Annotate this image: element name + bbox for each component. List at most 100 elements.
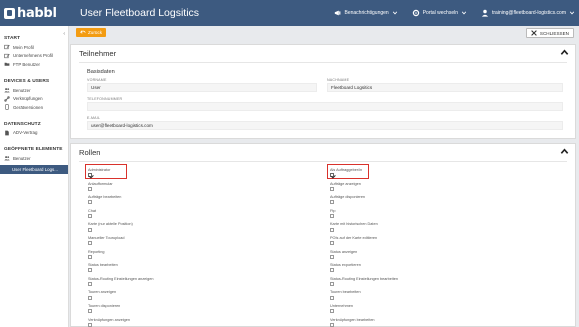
sidebar-collapse-icon[interactable]: ‹ [63, 31, 65, 37]
users-icon [4, 156, 10, 161]
role-label-touren-disponieren: Touren disponieren [88, 304, 121, 308]
role-checkbox-als-auftraggeber-in[interactable] [330, 173, 334, 178]
role-label-verkn-pfungen-bearbeiten: Verknüpfungen bearbeiten [330, 317, 375, 322]
role-checkbox-auftr-ge-anzeigen[interactable] [330, 186, 334, 191]
participant-panel-title: Teilnehmer [79, 49, 117, 58]
role-label-auftr-ge-anzeigen: Aufträge anzeigen [330, 181, 361, 186]
role-checkbox-unternehmen[interactable] [330, 309, 334, 314]
chevron-up-icon[interactable] [560, 48, 569, 57]
chevron-down-icon [461, 11, 467, 15]
user-email: training@fleetboard-logistics.com [492, 10, 566, 16]
role-label-karte-mit-historischen-daten: Karte mit historischen Daten [330, 222, 378, 227]
phone-label: TELEFONNUMMER [87, 97, 123, 101]
portal-switch-label: Portal wechseln [422, 10, 458, 16]
portal-switch-menu[interactable]: Portal wechseln [412, 9, 467, 17]
role-label-karte-nur-aktelle-position: Karte (nur aktelle Position) [88, 222, 133, 227]
sidebar-item-label: FTP Benutzer [13, 61, 41, 67]
sidebar-item-adv-vertrag[interactable]: ADV-Vertrag [0, 129, 68, 138]
role-checkbox-touren-anzeigen[interactable] [88, 295, 92, 300]
close-button[interactable]: SCHLIESSEN [525, 28, 574, 38]
firstname-label: VORNAME [87, 78, 107, 82]
sidebar-item-mein-profil[interactable]: Mein Profil [0, 43, 68, 52]
role-label-status-exportieren: Status exportieren [330, 263, 361, 268]
gear-icon [412, 9, 419, 17]
participant-panel: Teilnehmer Basisdaten VORNAME User NACHN… [70, 44, 576, 139]
sidebar-item-label: Unternehmens Profil [13, 53, 54, 59]
logo-mark-icon [4, 7, 15, 19]
chevron-down-icon [392, 11, 397, 15]
sidebar-item-label: Benutzer [13, 87, 31, 93]
roles-panel: Rollen Administrator Anlaufformular Aufträ… [70, 143, 576, 327]
sidebar-heading-datenschutz: DATENSCHUTZ [4, 121, 41, 127]
sidebar-item-ftp-benutzer[interactable]: FTP Benutzer [0, 60, 68, 69]
close-icon [531, 30, 537, 36]
role-checkbox-status-exportieren[interactable] [330, 268, 334, 273]
email-field[interactable]: user@fleetboard-logistics.com [87, 121, 563, 130]
role-checkbox-verkn-pfungen-anzeigen[interactable] [88, 322, 92, 327]
role-checkbox-verkn-pfungen-bearbeiten[interactable] [330, 322, 334, 327]
sidebar-item-label: Gerätversionen [13, 104, 44, 110]
role-checkbox-touren-bearbeiten[interactable] [330, 295, 334, 300]
phone-field[interactable] [87, 102, 563, 111]
role-label-administrator: Administrator [88, 168, 111, 172]
role-checkbox-auftr-ge-disponieren[interactable] [330, 200, 334, 205]
firstname-field[interactable]: User [87, 83, 317, 92]
action-bar: Zurück SCHLIESSEN [70, 27, 579, 39]
role-checkbox-anlaufformular[interactable] [88, 186, 92, 191]
role-label-chat: Chat [88, 208, 97, 213]
role-label-pois-auf-der-karte-editieren: POIs auf der Karte editieren [330, 236, 378, 240]
sidebar-item-label: ADV-Vertrag [13, 130, 38, 136]
role-checkbox-karte-mit-historischen-daten[interactable] [330, 227, 334, 232]
lastname-label: NACHNAME [327, 78, 350, 82]
basisdaten-heading: Basisdaten [87, 69, 115, 75]
sidebar-item-benutzer[interactable]: Benutzer [0, 86, 68, 95]
notifications-label: Benachrichtigungen [344, 10, 389, 16]
role-checkbox-karte-nur-aktelle-position[interactable] [88, 227, 92, 232]
chevron-down-icon [569, 11, 575, 15]
sidebar-item-benutzer-open[interactable]: Benutzer [0, 154, 68, 163]
sidebar-heading-start: START [4, 36, 21, 41]
role-label-status-anzeigen: Status anzeigen [330, 249, 358, 254]
device-icon [5, 104, 9, 110]
role-label-status-routing-einstellungen-bearbeiten: Status-Routing Einstellungen bearbeiten [330, 276, 398, 281]
sidebar-item-active-user[interactable]: User Fleetboard Logs... [0, 164, 68, 174]
chevron-up-icon[interactable] [560, 147, 569, 156]
role-checkbox-administrator[interactable] [88, 173, 92, 178]
brand-logo[interactable]: habbl [0, 0, 70, 26]
sidebar-item-geraetversionen[interactable]: Gerätversionen [0, 103, 68, 112]
role-label-auftr-ge-disponieren: Aufträge disponieren [330, 195, 366, 200]
sidebar-heading-devices-users: DEVICES & USERS [4, 78, 50, 84]
role-label-reporting: Reporting [88, 249, 105, 254]
email-label: E-MAIL [87, 116, 101, 120]
page-title: User Fleetboard Logsitics [80, 7, 200, 19]
role-label-manueller-tourupload: Manueller Tourupload [88, 236, 125, 240]
role-checkbox-status-anzeigen[interactable] [330, 254, 334, 259]
role-checkbox-reporting[interactable] [88, 254, 92, 259]
notifications-menu[interactable]: Benachrichtigungen [334, 9, 398, 17]
role-checkbox-auftr-ge-bearbeiten[interactable] [88, 200, 92, 205]
role-checkbox-status-routing-einstellungen-anzeigen[interactable] [88, 282, 92, 286]
close-button-label: SCHLIESSEN [539, 30, 569, 36]
top-actions: Benachrichtigungen Portal wechseln train… [334, 9, 579, 17]
role-checkbox-ftp[interactable] [330, 214, 334, 218]
edit-icon [4, 53, 10, 58]
folder-icon [4, 63, 10, 67]
brand-name: habbl [17, 5, 57, 21]
sidebar-item-verknuepfungen[interactable]: Verknüpfungen [0, 94, 68, 103]
role-checkbox-manueller-tourupload[interactable] [88, 241, 92, 246]
role-checkbox-touren-disponieren[interactable] [88, 309, 92, 314]
sidebar-heading-geoeffnete-elemente: GEÖFFNETE ELEMENTE [4, 147, 63, 153]
role-label-als-auftraggeber-in: Als Auftraggeber/in [330, 168, 363, 172]
role-checkbox-pois-auf-der-karte-editieren[interactable] [330, 241, 334, 246]
back-arrow-icon [80, 30, 86, 34]
users-icon [4, 88, 10, 93]
role-checkbox-status-routing-einstellungen-bearbeiten[interactable] [330, 282, 334, 286]
role-checkbox-status-bearbeiten[interactable] [88, 268, 92, 273]
lastname-field[interactable]: Fleetboard Logsitics [327, 83, 563, 92]
back-button[interactable]: Zurück [76, 28, 107, 37]
role-checkbox-chat[interactable] [88, 214, 92, 218]
user-menu[interactable]: training@fleetboard-logistics.com [481, 9, 575, 17]
link-icon [4, 95, 10, 102]
role-label-touren-bearbeiten: Touren bearbeiten [330, 290, 361, 295]
sidebar-item-unternehmens-profil[interactable]: Unternehmens Profil [0, 52, 68, 61]
